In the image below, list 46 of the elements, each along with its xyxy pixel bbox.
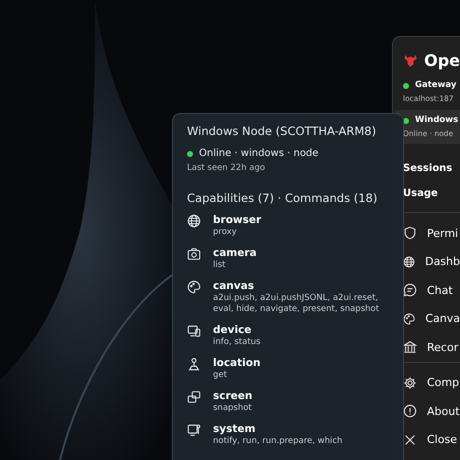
capability-commands: info, status	[213, 337, 260, 348]
section-item[interactable]: Usage	[403, 181, 460, 206]
capabilities-heading: Capabilities (7) · Commands (18)	[187, 191, 378, 205]
close-icon	[403, 432, 417, 447]
camera-icon	[187, 247, 201, 261]
palette-icon	[403, 312, 416, 326]
capability-commands: list	[213, 260, 226, 271]
building-icon	[403, 340, 417, 354]
chat-icon	[403, 283, 417, 298]
last-seen-text: Last seen 22h ago	[187, 163, 266, 173]
menu-item[interactable]: Dashb	[403, 248, 460, 276]
flyout-title: Windows Node (SCOTTHA-ARM8)	[187, 124, 378, 138]
capability-name: system	[213, 423, 256, 435]
menu-item[interactable]: Chat	[403, 276, 460, 304]
capability-commands: proxy	[213, 227, 238, 238]
capability-commands: a2ui.push, a2ui.pushJSONL, a2ui.reset, eval, hide, navigate, present, snapshot	[213, 293, 380, 315]
location-icon	[187, 357, 201, 371]
capability-name: camera	[213, 247, 257, 259]
globe-icon	[403, 254, 416, 269]
menu-item[interactable]: Close	[403, 426, 460, 454]
device-icon	[187, 324, 201, 338]
node-label: Windows	[415, 115, 458, 126]
capability-commands: snapshot	[213, 403, 252, 414]
settings-icon	[403, 376, 417, 390]
info-icon	[403, 404, 417, 418]
menu-item[interactable]: Permi	[403, 219, 460, 248]
windows-icon	[187, 390, 201, 404]
menu-item[interactable]: Recor	[403, 333, 460, 362]
menu-item[interactable]: Canva	[403, 304, 460, 333]
capability-commands: notify, run, run.prepare, which	[213, 436, 342, 447]
section-item[interactable]: Sessions	[403, 156, 460, 181]
capability-name: location	[213, 357, 260, 369]
capability-name: canvas	[213, 280, 255, 292]
monitor-icon	[187, 423, 201, 437]
capability-name: browser	[213, 214, 262, 226]
menu-item[interactable]: About	[403, 397, 460, 426]
capability-name: screen	[213, 390, 252, 402]
app-title: Ope	[424, 51, 460, 70]
menu-item[interactable]: Comp	[403, 368, 460, 397]
globe-icon	[187, 214, 201, 228]
palette-icon	[187, 280, 201, 294]
capability-commands: get	[213, 370, 228, 381]
node-status: Online · windows · node	[199, 148, 318, 159]
capability-name: device	[213, 324, 252, 336]
shield-icon	[403, 226, 417, 240]
gateway-label: Gateway	[415, 80, 456, 91]
